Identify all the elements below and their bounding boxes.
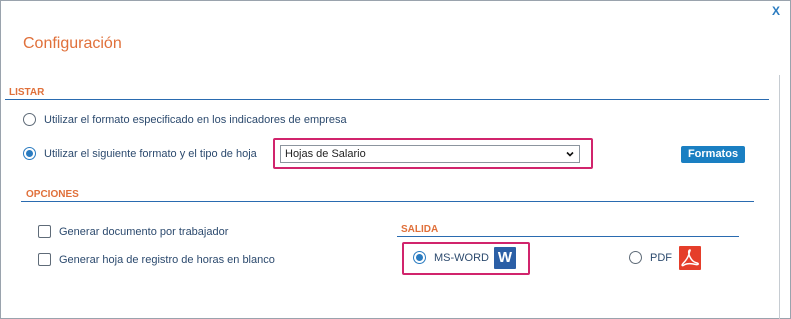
radio-empresa[interactable] — [23, 113, 36, 126]
pdf-label: PDF — [650, 251, 672, 264]
hoja-registro-checkbox[interactable] — [38, 253, 51, 266]
radio-msword[interactable] — [413, 251, 426, 264]
formatos-button[interactable]: Formatos — [681, 146, 745, 163]
pdf-icon — [679, 246, 701, 270]
radio-pdf[interactable] — [629, 251, 642, 264]
doc-trabajador-label: Generar documento por trabajador — [59, 225, 229, 238]
salida-section-label: SALIDA — [401, 224, 439, 235]
dialog-title: Configuración — [23, 35, 122, 52]
chevron-down-icon — [566, 151, 574, 157]
tipo-hoja-value: Hojas de Salario — [285, 148, 366, 160]
hoja-registro-label: Generar hoja de registro de horas en bla… — [59, 253, 275, 266]
close-button[interactable]: X — [772, 4, 780, 18]
radio-siguiente[interactable] — [23, 147, 36, 160]
doc-trabajador-checkbox[interactable] — [38, 225, 51, 238]
listar-divider — [5, 99, 769, 100]
opciones-divider — [21, 201, 754, 202]
checkbox-option-doc-trabajador[interactable]: Generar documento por trabajador — [38, 225, 228, 238]
msword-label: MS-WORD — [434, 251, 489, 264]
radio-option-pdf[interactable]: PDF — [629, 251, 672, 264]
acrobat-icon — [681, 249, 699, 267]
checkbox-option-hoja-registro[interactable]: Generar hoja de registro de horas en bla… — [38, 253, 275, 266]
opciones-section-label: OPCIONES — [26, 189, 79, 200]
radio-option-siguiente[interactable]: Utilizar el siguiente formato y el tipo … — [23, 147, 257, 160]
word-icon: W — [494, 247, 516, 269]
configuracion-dialog: X Configuración LISTAR Utilizar el forma… — [0, 0, 791, 319]
radio-option-msword[interactable]: MS-WORD — [413, 251, 489, 264]
salida-divider — [397, 236, 739, 237]
scrollbar-track[interactable] — [779, 75, 780, 319]
tipo-hoja-select[interactable]: Hojas de Salario — [280, 145, 580, 163]
radio-siguiente-label: Utilizar el siguiente formato y el tipo … — [44, 147, 257, 160]
listar-section-label: LISTAR — [9, 87, 45, 98]
radio-empresa-label: Utilizar el formato especificado en los … — [44, 113, 347, 126]
radio-option-empresa[interactable]: Utilizar el formato especificado en los … — [23, 113, 347, 126]
